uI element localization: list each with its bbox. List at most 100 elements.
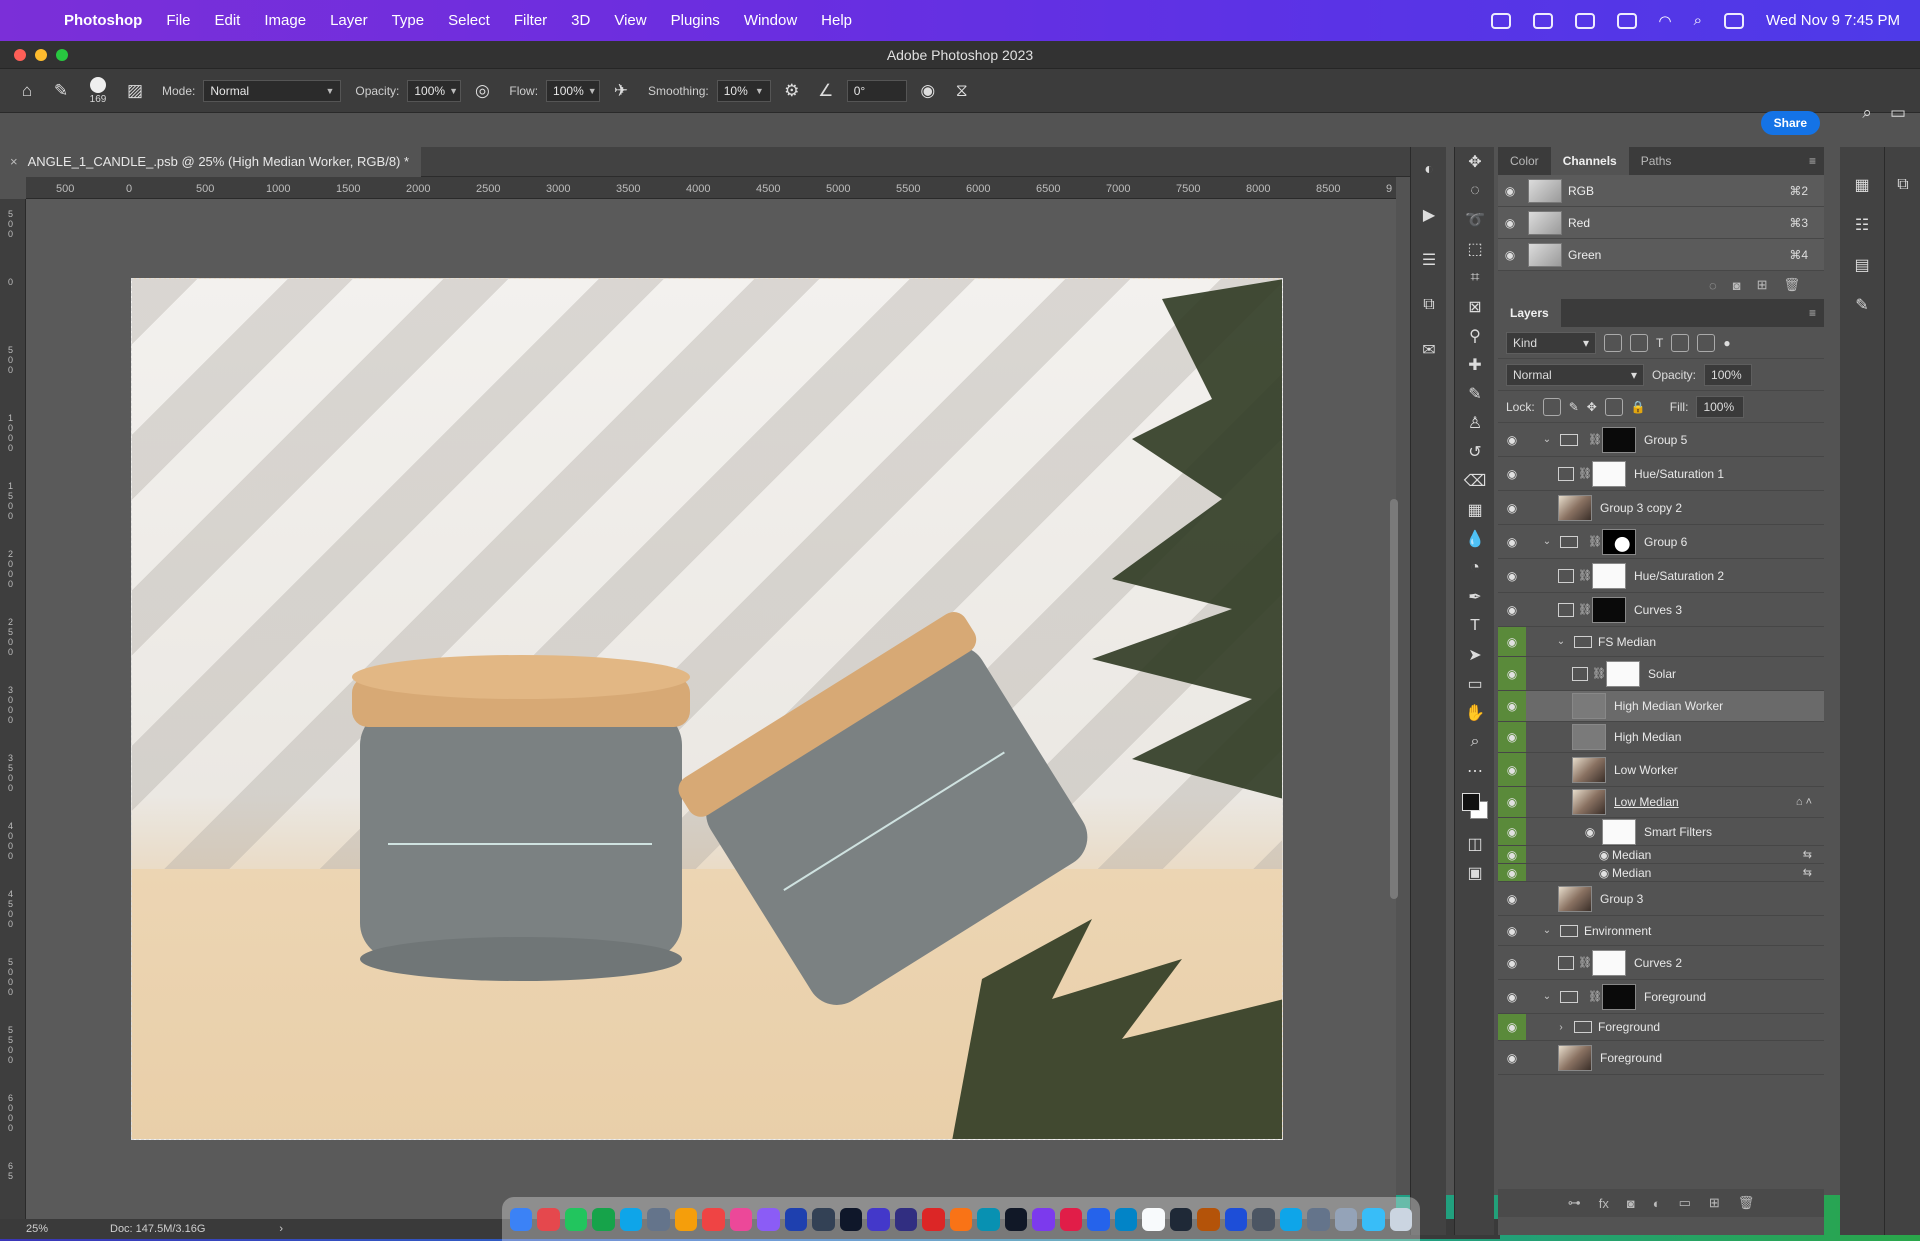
eye-icon[interactable]: ◉ [1596, 846, 1612, 863]
panel-menu-icon[interactable]: ≡ [1809, 306, 1824, 320]
eye-icon[interactable]: ◉ [1498, 691, 1526, 721]
trash-icon[interactable]: 🗑 [1738, 1195, 1755, 1211]
photoshop-icon[interactable] [784, 1207, 808, 1231]
new-group-icon[interactable]: ▭ [1679, 1195, 1691, 1211]
eye-icon[interactable]: ◉ [1498, 216, 1522, 230]
battery-icon[interactable] [1616, 12, 1637, 29]
filter-options-icon[interactable]: ⇆ [1803, 866, 1824, 879]
layer-name[interactable]: Solar [1648, 667, 1676, 681]
link-icon[interactable]: ⛓ [1592, 667, 1606, 680]
menu-item-layer[interactable]: Layer [318, 12, 380, 29]
layer-row[interactable]: ◉ ⌄ Environment [1498, 916, 1824, 946]
layer-row[interactable]: ◉ ⌄ FS Median [1498, 627, 1824, 657]
vertical-scrollbar[interactable] [1390, 499, 1398, 899]
layer-opacity-select[interactable]: 100% [1704, 363, 1753, 386]
painter-icon[interactable] [1004, 1207, 1028, 1231]
menu-item-3d[interactable]: 3D [559, 12, 602, 29]
chevron-right-icon[interactable]: › [1554, 1022, 1568, 1033]
eye-icon[interactable]: ◉ [1498, 916, 1526, 945]
properties-panel-icon[interactable]: ☷ [1840, 205, 1884, 245]
link-icon[interactable]: ⛓ [1588, 433, 1602, 446]
eye-icon[interactable]: ◉ [1498, 1041, 1526, 1074]
link-icon[interactable]: ⛓ [1578, 603, 1592, 616]
music-icon[interactable] [702, 1207, 725, 1231]
chevron-down-icon[interactable]: ⌄ [1540, 536, 1554, 547]
podcasts-icon[interactable] [757, 1207, 780, 1231]
eye-icon[interactable]: ◉ [1498, 787, 1526, 817]
channel-row[interactable]: ◉ Red ⌘3 [1498, 207, 1824, 239]
quick-mask-icon[interactable]: ◫ [1455, 829, 1495, 858]
horizontal-ruler[interactable]: 500 0 500 1000 1500 2000 2500 3000 3500 4000 4500 5… [26, 177, 1396, 199]
layer-row[interactable]: ◉ ⛓ Hue/Saturation 2 [1498, 559, 1824, 593]
symmetry-icon[interactable]: ⧖ [949, 78, 975, 104]
app-store-icon[interactable] [1307, 1207, 1330, 1231]
layer-name[interactable]: Foreground [1598, 1020, 1660, 1034]
eye-icon[interactable]: ◉ [1498, 184, 1522, 198]
eye-icon[interactable]: ◉ [1498, 423, 1526, 456]
chevron-down-icon[interactable]: ⌄ [1540, 925, 1554, 936]
zoom-level[interactable]: 25% [0, 1223, 110, 1235]
layer-name[interactable]: High Median [1614, 730, 1681, 744]
tab-channels[interactable]: Channels [1550, 147, 1629, 175]
layer-name[interactable]: Group 3 copy 2 [1600, 501, 1682, 515]
foreground-color[interactable] [1462, 793, 1480, 811]
vertical-ruler[interactable]: 500 0 500 1000 1500 2000 2500 3000 3500 4000 4500 5… [0, 199, 26, 1219]
play-icon[interactable]: ▶ [1411, 192, 1447, 237]
history-brush-icon[interactable]: ↺ [1455, 437, 1495, 466]
acrobat-icon[interactable] [922, 1207, 945, 1231]
move-tool-icon[interactable]: ✥ [1455, 147, 1495, 176]
layer-thumbnail[interactable] [1572, 756, 1606, 783]
layer-row[interactable]: ◉ ⌄ ⛓ Group 5 [1498, 423, 1824, 457]
downloads-icon[interactable] [1362, 1207, 1385, 1231]
layer-mask-thumbnail[interactable] [1592, 596, 1626, 623]
datetime[interactable]: Wed Nov 9 7:45 PM [1766, 12, 1900, 29]
eyedropper-tool-icon[interactable]: ⚲ [1455, 321, 1495, 350]
comments-icon[interactable]: ✉ [1411, 327, 1447, 372]
history-icon[interactable]: ▤ [1840, 245, 1884, 285]
layer-row[interactable]: ◉ High Median Worker [1498, 691, 1824, 722]
layer-name[interactable]: Foreground [1644, 990, 1706, 1004]
layer-name[interactable]: Group 6 [1644, 535, 1687, 549]
airbrush-icon[interactable]: ✈ [608, 78, 634, 104]
menu-item-select[interactable]: Select [436, 12, 502, 29]
crop-tool-icon[interactable]: ⌗ [1455, 263, 1495, 292]
layer-mask-thumbnail[interactable] [1592, 562, 1626, 589]
eye-icon[interactable]: ◉ [1498, 864, 1526, 881]
layer-name[interactable]: Hue/Saturation 2 [1634, 569, 1724, 583]
layer-row[interactable]: ◉ Group 3 [1498, 882, 1824, 916]
layer-name[interactable]: Median [1612, 848, 1651, 862]
link-icon[interactable]: ⛓ [1578, 569, 1592, 582]
layer-name[interactable]: Low Worker [1614, 763, 1678, 777]
gear-icon[interactable]: ⚙ [779, 78, 805, 104]
rectangle-tool-icon[interactable]: ▭ [1455, 669, 1495, 698]
screenshot-icon[interactable] [1334, 1207, 1358, 1231]
layer-thumbnail[interactable] [1558, 494, 1592, 521]
status-icon[interactable] [1490, 12, 1511, 29]
lock-position-icon[interactable]: ✥ [1587, 400, 1597, 414]
filter-shape-icon[interactable] [1671, 333, 1690, 352]
eye-icon[interactable]: ◉ [1498, 846, 1526, 863]
path-select-tool-icon[interactable]: ➤ [1455, 640, 1495, 669]
load-selection-icon[interactable]: ◌ [1709, 278, 1717, 293]
lightroom-icon[interactable] [839, 1207, 863, 1231]
mode-select[interactable]: Normal ▼ [203, 79, 342, 102]
chevron-right-icon[interactable]: › [279, 1223, 283, 1235]
layer-name[interactable]: Foreground [1600, 1051, 1662, 1065]
hand-tool-icon[interactable]: ✋ [1455, 698, 1495, 727]
link-icon[interactable]: ⛓ [1578, 467, 1592, 480]
bridge-icon[interactable] [812, 1207, 835, 1231]
share-button[interactable]: Share [1760, 111, 1820, 135]
layer-thumbnail[interactable] [1572, 789, 1606, 815]
eye-icon[interactable]: ◉ [1498, 657, 1526, 690]
filter-adjustment-icon[interactable] [1630, 333, 1648, 352]
smoothing-select[interactable]: 10% ▼ [716, 79, 771, 102]
firefox-icon[interactable] [949, 1207, 973, 1231]
chrome-icon[interactable] [977, 1207, 1000, 1231]
layer-thumbnail[interactable] [1558, 885, 1592, 912]
layer-row[interactable]: ◉ High Median [1498, 722, 1824, 753]
layer-name[interactable]: Group 5 [1644, 433, 1687, 447]
layer-row[interactable]: ◉ ⛓ Curves 2 [1498, 946, 1824, 980]
messages-icon[interactable] [564, 1207, 588, 1231]
control-center-icon[interactable] [1724, 12, 1745, 29]
layer-row[interactable]: ◉ Foreground [1498, 1041, 1824, 1075]
